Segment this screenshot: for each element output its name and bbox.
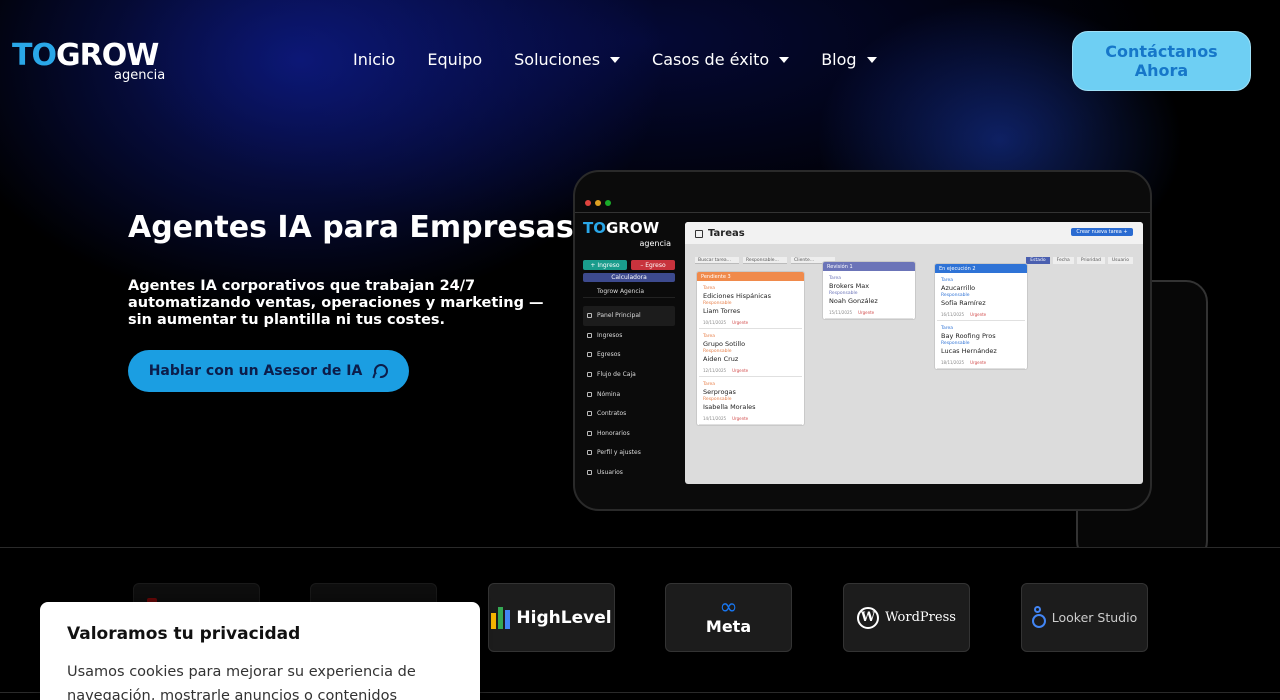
mockup-calculadora-button: Calculadora [583, 273, 675, 282]
app-mockup: TOGROW agencia + Ingreso – Egreso Calcula… [573, 170, 1152, 511]
mockup-filter: Buscar tarea... [695, 257, 739, 264]
brand-name: Meta [705, 617, 752, 636]
mockup-menu-item: Perfil y ajustes [583, 443, 675, 463]
chevron-down-icon [866, 56, 877, 63]
contact-now-button[interactable]: Contáctanos Ahora [1072, 31, 1251, 91]
fees-icon [587, 430, 592, 436]
mockup-menu-item: Flujo de Caja [583, 365, 675, 385]
mockup-filter: Responsable... [743, 257, 787, 264]
highlevel-icon [491, 606, 511, 629]
kanban-column-header: Revisión 1 [823, 262, 915, 271]
togrow-logo[interactable]: TOGROW agencia [12, 40, 172, 88]
meta-logo: ∞ Meta [665, 583, 792, 652]
clipboard-icon [695, 229, 703, 238]
nav-inicio[interactable]: Inicio [353, 50, 395, 69]
kanban-card: Tarea Serprogas Responsable Isabella Mor… [699, 379, 802, 425]
mockup-menu-item: Usuarios [583, 463, 675, 483]
users-icon [587, 470, 592, 476]
nav-label: Equipo [427, 50, 483, 69]
trend-down-icon [587, 352, 592, 358]
mockup-tab: Estado [1026, 257, 1050, 264]
highlevel-logo: HighLevel [488, 583, 615, 652]
talk-to-advisor-button[interactable]: Hablar con un Asesor de IA [128, 350, 409, 392]
mockup-tab: Prioridad [1076, 257, 1105, 264]
mockup-main-panel: Tareas Crear nueva tarea + Buscar tarea.… [685, 222, 1143, 484]
brand-name: WordPress [885, 610, 956, 625]
window-divider [575, 212, 1150, 213]
cookie-title: Valoramos tu privacidad [67, 624, 301, 644]
site-header: TOGROW agencia Inicio Equipo Soluciones … [0, 0, 1280, 120]
settings-icon [587, 450, 592, 456]
logo-subtitle: agencia [114, 68, 166, 83]
mockup-logo: TOGROW agencia [583, 219, 671, 248]
brand-name: Looker Studio [1051, 610, 1138, 625]
mockup-egreso-button: – Egreso [631, 260, 675, 270]
nav-label: Blog [821, 50, 857, 69]
mockup-tab: Usuario [1107, 257, 1133, 264]
mockup-tab: Fecha [1052, 257, 1074, 264]
logo-to: TO [12, 38, 57, 73]
kanban-card: Tarea Grupo Sotillo Responsable Aiden Cr… [699, 331, 802, 377]
nav-label: Casos de éxito [652, 50, 770, 69]
looker-studio-logo: Looker Studio [1021, 583, 1148, 652]
nav-equipo[interactable]: Equipo [427, 50, 482, 69]
contract-icon [587, 411, 592, 417]
wordpress-logo: W WordPress [843, 583, 970, 652]
kanban-column-revision: Revisión 1 Tarea Brokers Max Responsable… [823, 262, 915, 319]
chevron-down-icon [779, 56, 790, 63]
cookie-text: Usamos cookies para mejorar su experienc… [67, 664, 416, 700]
advisor-button-label: Hablar con un Asesor de IA [148, 363, 363, 379]
nav-casos-de-exito[interactable]: Casos de éxito [652, 50, 790, 69]
mockup-menu-item: Honorarios [583, 424, 675, 444]
mockup-sidebar: TOGROW agencia + Ingreso – Egreso Calcula… [583, 220, 675, 490]
mockup-new-task-button: Crear nueva tarea + [1071, 228, 1133, 236]
mockup-filters: Buscar tarea... Responsable... Cliente..… [695, 257, 835, 264]
wordpress-icon: W [857, 606, 880, 629]
looker-studio-icon [1031, 605, 1046, 630]
cash-flow-icon [587, 372, 592, 378]
payroll-icon [587, 391, 592, 397]
kanban-column-header: En ejecución 2 [935, 264, 1027, 273]
mockup-menu-item: Contratos [583, 404, 675, 424]
mockup-menu-item: Egresos [583, 345, 675, 365]
whatsapp-icon [374, 364, 389, 378]
kanban-column-en-ejecucion: En ejecución 2 Tarea Azucarrillo Respons… [935, 264, 1027, 369]
cookie-consent-banner: Valoramos tu privacidad Usamos cookies p… [40, 602, 480, 700]
kanban-card: Tarea Brokers Max Responsable Noah Gonzá… [825, 273, 913, 319]
mockup-agency-name: Togrow Agencia [583, 286, 675, 298]
kanban-column-header: Pendiente 3 [697, 272, 804, 281]
nav-label: Inicio [353, 50, 396, 69]
kanban-column-pendiente: Pendiente 3 Tarea Ediciones Hispánicas R… [697, 272, 804, 425]
mockup-menu-item: Panel Principal [583, 306, 675, 326]
kanban-card: Tarea Azucarrillo Responsable Sofía Ramí… [937, 275, 1025, 321]
window-dots [585, 200, 611, 206]
kanban-card: Tarea Bay Roofing Pros Responsable Lucas… [937, 323, 1025, 369]
mockup-menu: Panel Principal Ingresos Egresos Flujo d… [583, 306, 675, 482]
chevron-down-icon [610, 56, 621, 63]
nav-label: Soluciones [514, 50, 601, 69]
kanban-card: Tarea Ediciones Hispánicas Responsable L… [699, 283, 802, 329]
main-nav: Inicio Equipo Soluciones Casos de éxito … [353, 50, 877, 69]
mockup-view-tabs: Estado Fecha Prioridad Usuario [1026, 257, 1133, 264]
nav-soluciones[interactable]: Soluciones [514, 50, 621, 69]
nav-blog[interactable]: Blog [821, 50, 877, 69]
brand-name: HighLevel [516, 607, 612, 628]
mockup-page-title: Tareas [695, 228, 745, 239]
mockup-ingreso-button: + Ingreso [583, 260, 627, 270]
dashboard-icon [587, 313, 592, 319]
mockup-menu-item: Nómina [583, 384, 675, 404]
hero-title: Agentes IA para Empresas [128, 210, 574, 245]
trend-up-icon [587, 332, 592, 338]
meta-icon: ∞ [719, 595, 738, 620]
mockup-menu-item: Ingresos [583, 326, 675, 346]
hero-description: Agentes IA corporativos que trabajan 24/… [128, 278, 544, 328]
